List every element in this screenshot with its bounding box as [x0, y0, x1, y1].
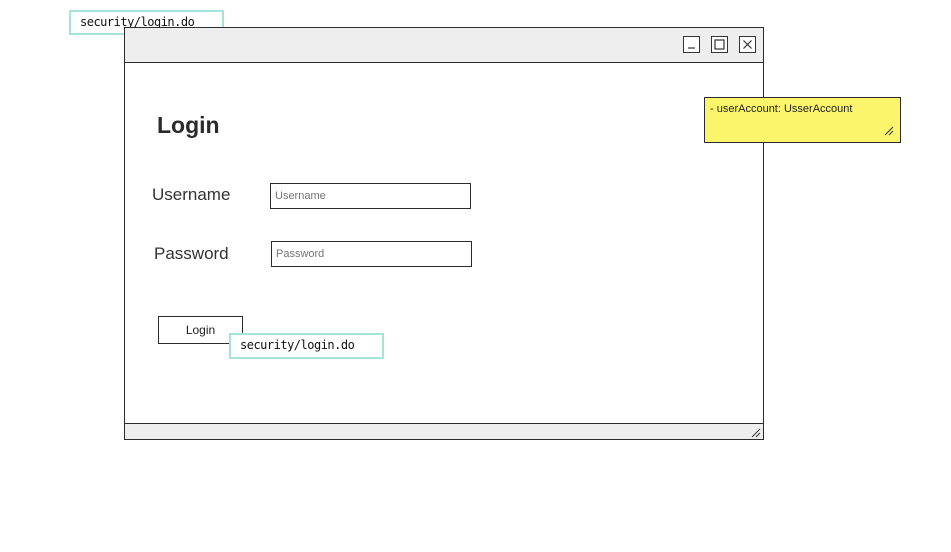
window-statusbar [125, 423, 763, 439]
browser-window: Login Username Password Login [124, 27, 764, 440]
note-text: - userAccount: UsserAccount [710, 103, 853, 115]
sticky-note: - userAccount: UsserAccount [704, 97, 901, 143]
close-button[interactable] [739, 36, 756, 53]
maximize-icon [714, 39, 725, 50]
resize-icon [884, 126, 894, 136]
minimize-icon [688, 47, 695, 49]
maximize-button[interactable] [711, 36, 728, 53]
password-input[interactable] [271, 241, 472, 267]
window-titlebar [125, 28, 763, 63]
close-icon [743, 40, 752, 49]
resize-grip-icon[interactable] [750, 427, 761, 438]
username-input[interactable] [270, 183, 471, 209]
page-title: Login [157, 112, 220, 138]
link-annotation-button: security/login.do [229, 333, 384, 359]
password-label: Password [154, 244, 229, 263]
username-label: Username [152, 185, 231, 204]
minimize-button[interactable] [683, 36, 700, 53]
